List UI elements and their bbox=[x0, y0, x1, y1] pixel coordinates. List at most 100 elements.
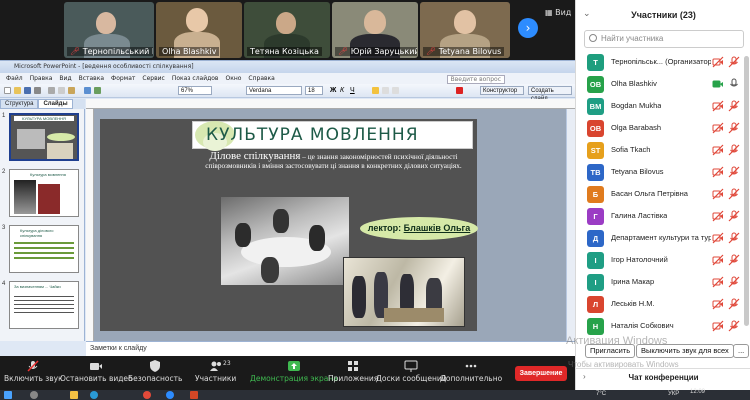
explorer-icon[interactable] bbox=[70, 391, 78, 399]
slide[interactable]: КУЛЬТУРА МОВЛЕННЯ Ділове спілкування – ц… bbox=[100, 119, 478, 331]
bold-icon[interactable]: Ж bbox=[330, 87, 337, 94]
chrome-icon[interactable] bbox=[143, 391, 151, 399]
chat-title[interactable]: Чат конференции bbox=[576, 368, 750, 386]
meeting-photo bbox=[221, 197, 349, 285]
menu-item[interactable]: Справка bbox=[248, 75, 274, 84]
slide-thumb[interactable]: КУЛЬТУРА МОВЛЕННЯ bbox=[9, 113, 79, 161]
copy-icon[interactable] bbox=[58, 87, 65, 94]
align-right-icon[interactable] bbox=[392, 87, 399, 94]
view-menu-button[interactable]: ▦ Вид bbox=[545, 8, 571, 17]
more-dots-icon bbox=[465, 364, 477, 368]
participant-row[interactable]: Д Департамент культури та тури... bbox=[576, 228, 750, 250]
menu-item[interactable]: Файл bbox=[6, 75, 23, 84]
windows-start-icon[interactable] bbox=[4, 391, 12, 399]
zoom-select[interactable]: 67% bbox=[178, 86, 212, 95]
cut-icon[interactable] bbox=[48, 87, 55, 94]
participant-row[interactable]: OB Olha Blashkiv bbox=[576, 74, 750, 96]
participant-row[interactable]: І Ігор Натолочний bbox=[576, 250, 750, 272]
end-meeting-button[interactable]: Завершение bbox=[515, 366, 567, 381]
menu-item[interactable]: Правка bbox=[30, 75, 53, 84]
mute-all-button[interactable]: Выключить звук для всех bbox=[636, 344, 734, 358]
constructor-button[interactable]: Конструктор bbox=[480, 86, 524, 95]
participant-row[interactable]: Н Наталія Собкович bbox=[576, 316, 750, 338]
video-tile[interactable]: Тетяна Козіцька bbox=[244, 2, 330, 58]
participant-row[interactable]: OB Olga Barabash bbox=[576, 118, 750, 140]
mic-muted-icon bbox=[728, 254, 740, 266]
video-off-icon bbox=[712, 188, 724, 200]
thumb-title: Культура мовлення bbox=[30, 172, 66, 177]
avatar: Г bbox=[587, 208, 604, 225]
search-icon[interactable] bbox=[30, 391, 38, 399]
participant-row[interactable]: Л Леськів Н.М. bbox=[576, 294, 750, 316]
vertical-scrollbar[interactable] bbox=[566, 109, 575, 341]
language-indicator[interactable]: УКР bbox=[668, 391, 679, 397]
mic-muted-icon: 🎤︎ bbox=[338, 47, 351, 56]
menu-item[interactable]: Формат bbox=[111, 75, 135, 84]
invite-button[interactable]: Пригласить bbox=[585, 344, 636, 358]
menu-item[interactable]: Вид bbox=[59, 75, 71, 84]
paste-icon[interactable] bbox=[68, 87, 75, 94]
font-select[interactable]: Verdana bbox=[246, 86, 302, 95]
stop-video-button[interactable]: Остановить видео bbox=[60, 360, 133, 383]
panel-scrollbar[interactable] bbox=[744, 56, 749, 326]
chart-icon[interactable] bbox=[84, 87, 91, 94]
video-camera-icon bbox=[712, 80, 723, 88]
mic-muted-icon: 🎤︎ bbox=[70, 47, 83, 56]
avatar: Б bbox=[587, 186, 604, 203]
new-slide-button[interactable]: Создать слайд bbox=[528, 86, 572, 102]
open-icon[interactable] bbox=[14, 87, 21, 94]
whiteboard-button[interactable]: Доски сообщений bbox=[376, 360, 447, 383]
menu-item[interactable]: Сервис bbox=[142, 75, 164, 84]
share-screen-button[interactable]: Демонстрация экрана bbox=[250, 360, 338, 383]
participant-row[interactable]: ST Sofia Tkach bbox=[576, 140, 750, 162]
menu-item[interactable]: Вставка bbox=[79, 75, 104, 84]
align-center-icon[interactable] bbox=[382, 87, 389, 94]
participant-row[interactable]: Б Басан Ольга Петрівна bbox=[576, 184, 750, 206]
system-clock[interactable]: 12:09 bbox=[690, 389, 705, 395]
powerpoint-icon[interactable] bbox=[190, 391, 198, 399]
video-off-icon bbox=[712, 144, 724, 156]
video-tile[interactable]: Olha Blashkiv bbox=[156, 2, 242, 58]
underline-icon[interactable]: Ч bbox=[350, 87, 357, 94]
unmute-button[interactable]: Включить звук bbox=[4, 360, 63, 383]
video-tile[interactable]: 🎤︎ Тернопільський Ц... bbox=[64, 2, 154, 58]
more-button[interactable]: Дополнительно bbox=[440, 360, 502, 383]
participant-row[interactable]: Г Галина Ластівка bbox=[576, 206, 750, 228]
save-icon[interactable] bbox=[24, 87, 31, 94]
zoom-app-icon[interactable] bbox=[166, 391, 174, 399]
participant-row[interactable]: Т Тернопільськ... (Организатор, я) bbox=[576, 52, 750, 74]
edge-icon[interactable] bbox=[90, 391, 98, 399]
tab-slides[interactable]: Слайды bbox=[38, 99, 73, 109]
font-color-icon[interactable] bbox=[456, 87, 463, 94]
slide-thumb[interactable]: Культура мовлення bbox=[9, 169, 79, 217]
apps-button[interactable]: Приложения bbox=[328, 360, 378, 383]
video-tile[interactable]: 🎤︎ Юрій Заруцький bbox=[332, 2, 418, 58]
participant-row[interactable]: І Ірина Макар bbox=[576, 272, 750, 294]
menu-item[interactable]: Показ слайдов bbox=[172, 75, 219, 84]
participant-row[interactable]: BM Bogdan Mukha bbox=[576, 96, 750, 118]
tab-outline[interactable]: Структура bbox=[0, 99, 39, 109]
italic-icon[interactable]: К bbox=[340, 87, 347, 94]
slide-title: КУЛЬТУРА МОВЛЕННЯ bbox=[206, 125, 419, 145]
security-button[interactable]: Безопасность bbox=[128, 360, 182, 383]
align-left-icon[interactable] bbox=[372, 87, 379, 94]
apps-icon bbox=[348, 361, 359, 371]
font-size-select[interactable]: 18 bbox=[305, 86, 323, 95]
new-icon[interactable] bbox=[4, 87, 11, 94]
slide-notes[interactable]: Заметки к слайду bbox=[86, 341, 575, 357]
table-icon[interactable] bbox=[94, 87, 101, 94]
slide-thumb[interactable]: За визначенням ... Чайки bbox=[9, 281, 79, 329]
participants-button[interactable]: 23 Участники bbox=[195, 360, 236, 383]
participant-row[interactable]: TB Tetyana Bilovus bbox=[576, 162, 750, 184]
next-page-button[interactable]: › bbox=[518, 18, 538, 38]
participant-search-input[interactable]: Найти участника bbox=[584, 30, 744, 48]
print-icon[interactable] bbox=[34, 87, 41, 94]
video-tile[interactable]: 🎤︎ Tetyana Bilovus bbox=[420, 2, 510, 58]
ruler-horizontal bbox=[86, 99, 575, 109]
ppt-title-bar: Microsoft PowerPoint - [ведення особливо… bbox=[0, 61, 575, 73]
tile-name: Olha Blashkiv bbox=[159, 47, 220, 56]
menu-item[interactable]: Окно bbox=[225, 75, 241, 84]
help-search-box[interactable]: Введите вопрос bbox=[446, 75, 505, 84]
more-options-button[interactable]: ... bbox=[733, 344, 750, 358]
slide-thumb[interactable]: Культура ділового спілкування bbox=[9, 225, 79, 273]
